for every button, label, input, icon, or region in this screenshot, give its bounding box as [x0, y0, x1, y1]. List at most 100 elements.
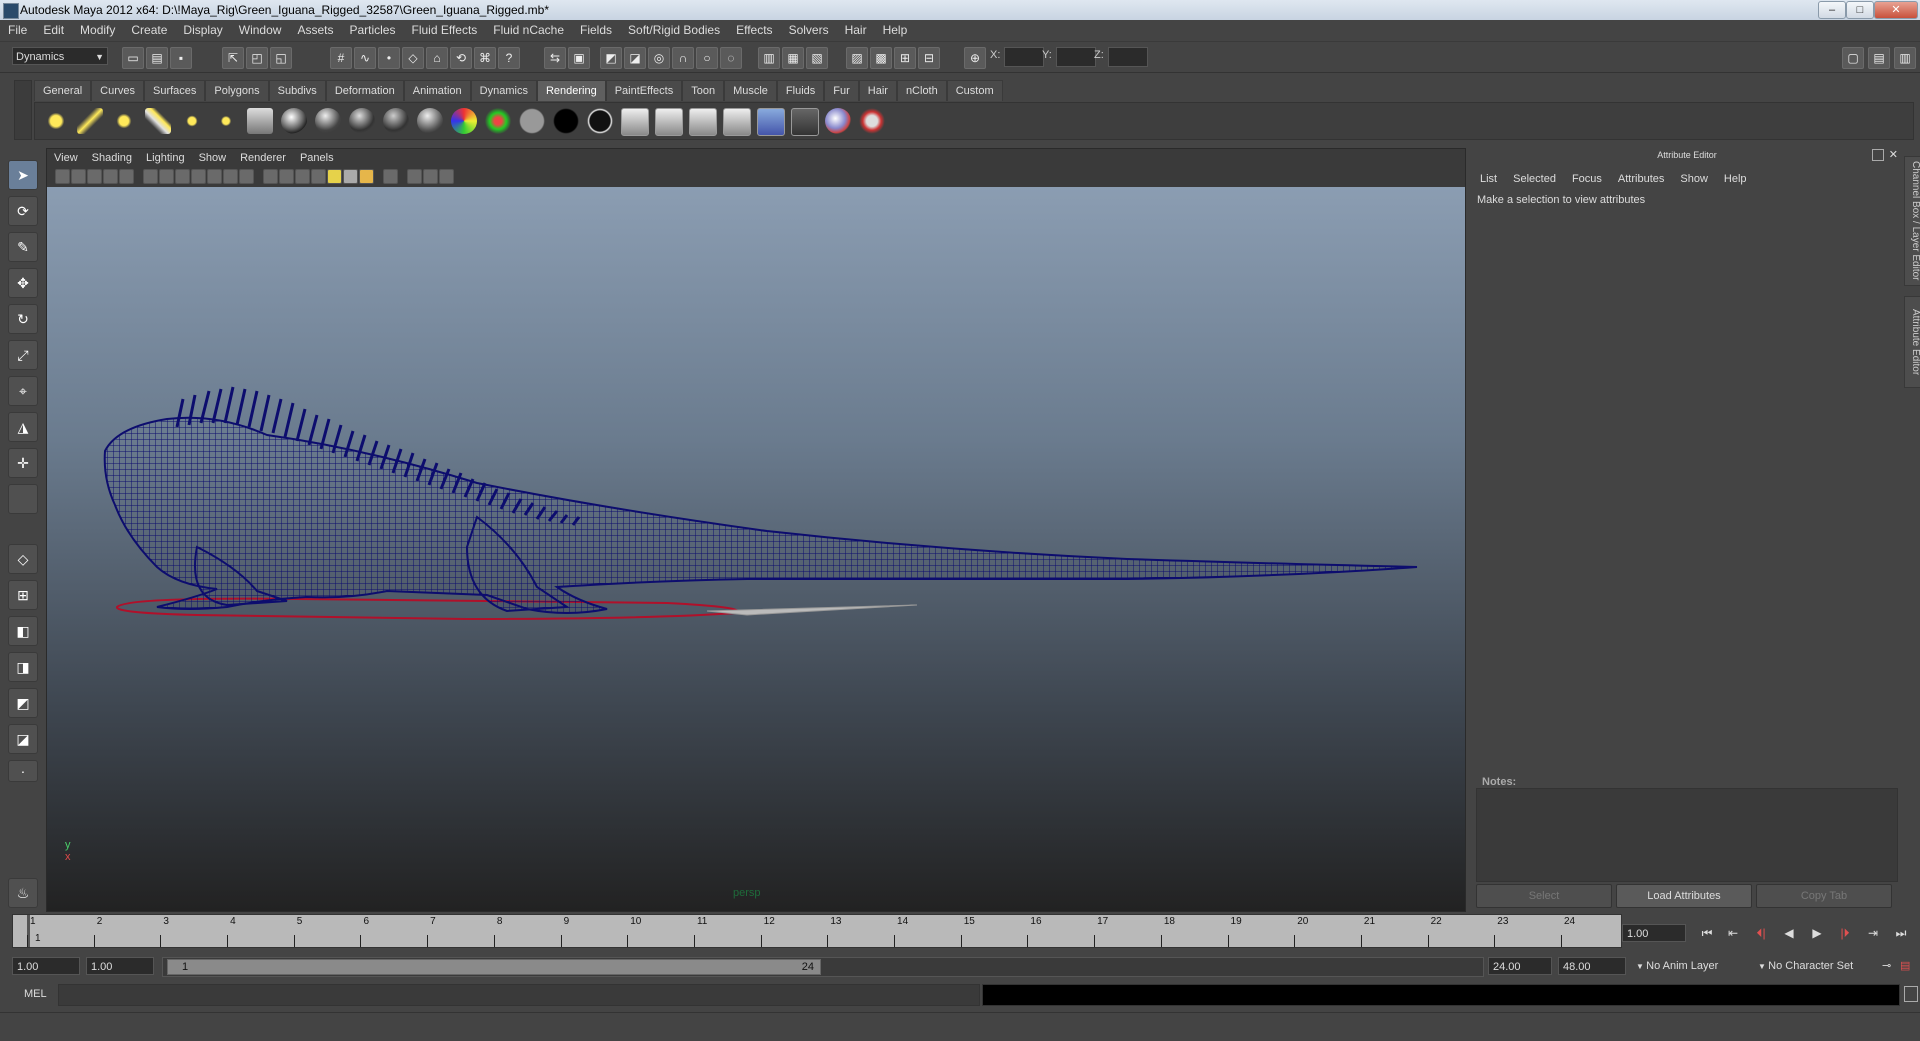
- snap-view-plane-icon[interactable]: ◇: [402, 47, 424, 69]
- high-quality-icon[interactable]: [439, 169, 454, 184]
- go-to-start-icon[interactable]: ⏮: [1696, 924, 1718, 942]
- close-button[interactable]: ✕: [1874, 1, 1918, 19]
- copy-tab-button[interactable]: Copy Tab: [1756, 884, 1892, 908]
- time-slider[interactable]: 1 1 2 3 4 5 6 7 8 9 10 11 12 13 14 15 16 17 18 19 20 21 22 23 2…: [12, 914, 1622, 948]
- shelf-options-handle[interactable]: [14, 80, 32, 140]
- step-back-key-icon[interactable]: ⇤: [1722, 924, 1744, 942]
- anim-layer-dropdown[interactable]: ▼ No Anim Layer: [1636, 957, 1718, 975]
- image-plane-icon[interactable]: [103, 169, 118, 184]
- gate-mask-icon[interactable]: [191, 169, 206, 184]
- ae-menu-show[interactable]: Show: [1672, 170, 1716, 188]
- ramp-shader-icon[interactable]: [485, 108, 511, 134]
- tab-fur[interactable]: Fur: [824, 80, 859, 101]
- show-attribute-editor-icon[interactable]: ▥: [758, 47, 780, 69]
- viewport-canvas[interactable]: y x persp: [47, 187, 1465, 911]
- help-icon[interactable]: ?: [498, 47, 520, 69]
- construction-history-icon[interactable]: ⌘: [474, 47, 496, 69]
- script-editor-button-icon[interactable]: [1904, 986, 1918, 1002]
- menu-fields[interactable]: Fields: [572, 20, 620, 41]
- menu-soft-rigid-bodies[interactable]: Soft/Rigid Bodies: [620, 20, 728, 41]
- select-object-icon[interactable]: ◰: [246, 47, 268, 69]
- layout-single-perspective-icon[interactable]: ◇: [8, 544, 38, 574]
- ae-menu-help[interactable]: Help: [1716, 170, 1755, 188]
- tab-hair[interactable]: Hair: [858, 80, 897, 101]
- playback-start-field[interactable]: 1.00: [86, 957, 154, 975]
- tab-rendering[interactable]: Rendering: [536, 80, 606, 101]
- volume-light-icon[interactable]: [213, 108, 239, 134]
- vp-menu-view[interactable]: View: [47, 149, 85, 167]
- resolution-gate-icon[interactable]: [175, 169, 190, 184]
- xray-icon[interactable]: [407, 169, 422, 184]
- last-tool-icon[interactable]: [8, 484, 38, 514]
- current-frame-field[interactable]: 1.00: [1622, 924, 1686, 942]
- menu-fluid-effects[interactable]: Fluid Effects: [403, 20, 485, 41]
- float-panel-icon[interactable]: [1872, 149, 1884, 161]
- snap-point-icon[interactable]: •: [378, 47, 400, 69]
- manipulator-tool-icon[interactable]: ⌖: [8, 376, 38, 406]
- tab-channel-box[interactable]: Channel Box / Layer Editor: [1904, 156, 1920, 286]
- layout-hypershade-persp-icon[interactable]: ◩: [8, 688, 38, 718]
- menu-display[interactable]: Display: [175, 20, 230, 41]
- show-manipulator-icon[interactable]: ✛: [8, 448, 38, 478]
- vp-menu-renderer[interactable]: Renderer: [233, 149, 293, 167]
- tab-curves[interactable]: Curves: [91, 80, 144, 101]
- tab-fluids[interactable]: Fluids: [776, 80, 825, 101]
- menu-set-select[interactable]: Dynamics ▼: [12, 47, 108, 65]
- surface-shader-icon[interactable]: [519, 108, 545, 134]
- select-tool-icon[interactable]: ➤: [8, 160, 38, 190]
- play-backwards-icon[interactable]: ◀: [1778, 924, 1800, 942]
- mental-ray-icon[interactable]: [825, 108, 851, 134]
- tab-deformation[interactable]: Deformation: [325, 80, 404, 101]
- absolute-transform-icon[interactable]: ⊕: [964, 47, 986, 69]
- tab-general[interactable]: General: [34, 80, 92, 101]
- layout-panels-icon[interactable]: ▤: [1868, 47, 1890, 69]
- soft-select-icon[interactable]: ◌: [720, 47, 742, 69]
- playback-end-field[interactable]: 24.00: [1488, 957, 1552, 975]
- select-component-icon[interactable]: ◱: [270, 47, 292, 69]
- iguana-wireframe-model[interactable]: [47, 187, 1465, 911]
- menu-edit[interactable]: Edit: [35, 20, 72, 41]
- wireframe-icon[interactable]: [263, 169, 278, 184]
- close-panel-icon[interactable]: ✕: [1889, 148, 1898, 161]
- animation-end-field[interactable]: 48.00: [1558, 957, 1626, 975]
- render-settings-icon[interactable]: [689, 108, 717, 136]
- animation-preferences-icon[interactable]: ▤: [1900, 957, 1910, 975]
- ae-menu-attributes[interactable]: Attributes: [1610, 170, 1672, 188]
- tab-animation[interactable]: Animation: [403, 80, 471, 101]
- mel-label[interactable]: MEL: [24, 988, 47, 1000]
- smooth-shade-icon[interactable]: [279, 169, 294, 184]
- save-scene-icon[interactable]: ▪: [170, 47, 192, 69]
- camera-icon[interactable]: [247, 108, 273, 134]
- render-view-icon[interactable]: ⊟: [918, 47, 940, 69]
- input-output-icon[interactable]: ⇆: [544, 47, 566, 69]
- grid-icon[interactable]: [143, 169, 158, 184]
- menu-effects[interactable]: Effects: [728, 20, 780, 41]
- batch-render-icon[interactable]: [757, 108, 785, 136]
- phong-e-icon[interactable]: [383, 108, 409, 134]
- history-icon[interactable]: ⟲: [450, 47, 472, 69]
- hypershade-icon[interactable]: ◎: [648, 47, 670, 69]
- auto-key-icon[interactable]: ⊸: [1882, 957, 1891, 975]
- go-to-end-icon[interactable]: ⏭: [1890, 924, 1912, 942]
- field-chart-icon[interactable]: [207, 169, 222, 184]
- layout-persp-graph-icon[interactable]: ◨: [8, 652, 38, 682]
- textured-icon[interactable]: [311, 169, 326, 184]
- wireframe-on-shaded-icon[interactable]: [295, 169, 310, 184]
- layout-outliner-persp-icon[interactable]: ◧: [8, 616, 38, 646]
- layout-toggle-icon[interactable]: ▥: [1894, 47, 1916, 69]
- phong-icon[interactable]: [349, 108, 375, 134]
- hypershade-icon[interactable]: [621, 108, 649, 136]
- menu-help[interactable]: Help: [875, 20, 916, 41]
- y-field[interactable]: [1056, 47, 1096, 67]
- safe-action-icon[interactable]: [223, 169, 238, 184]
- use-default-light-icon[interactable]: [327, 169, 342, 184]
- anisotropic-icon[interactable]: [417, 108, 443, 134]
- blinn-icon[interactable]: [315, 108, 341, 134]
- magnet-icon[interactable]: ∩: [672, 47, 694, 69]
- render-layer-icon[interactable]: [791, 108, 819, 136]
- menu-window[interactable]: Window: [231, 20, 290, 41]
- character-set-dropdown[interactable]: ▼ No Character Set: [1758, 957, 1853, 975]
- load-attributes-button[interactable]: Load Attributes: [1616, 884, 1752, 908]
- outliner-icon[interactable]: ▩: [870, 47, 892, 69]
- menu-particles[interactable]: Particles: [341, 20, 403, 41]
